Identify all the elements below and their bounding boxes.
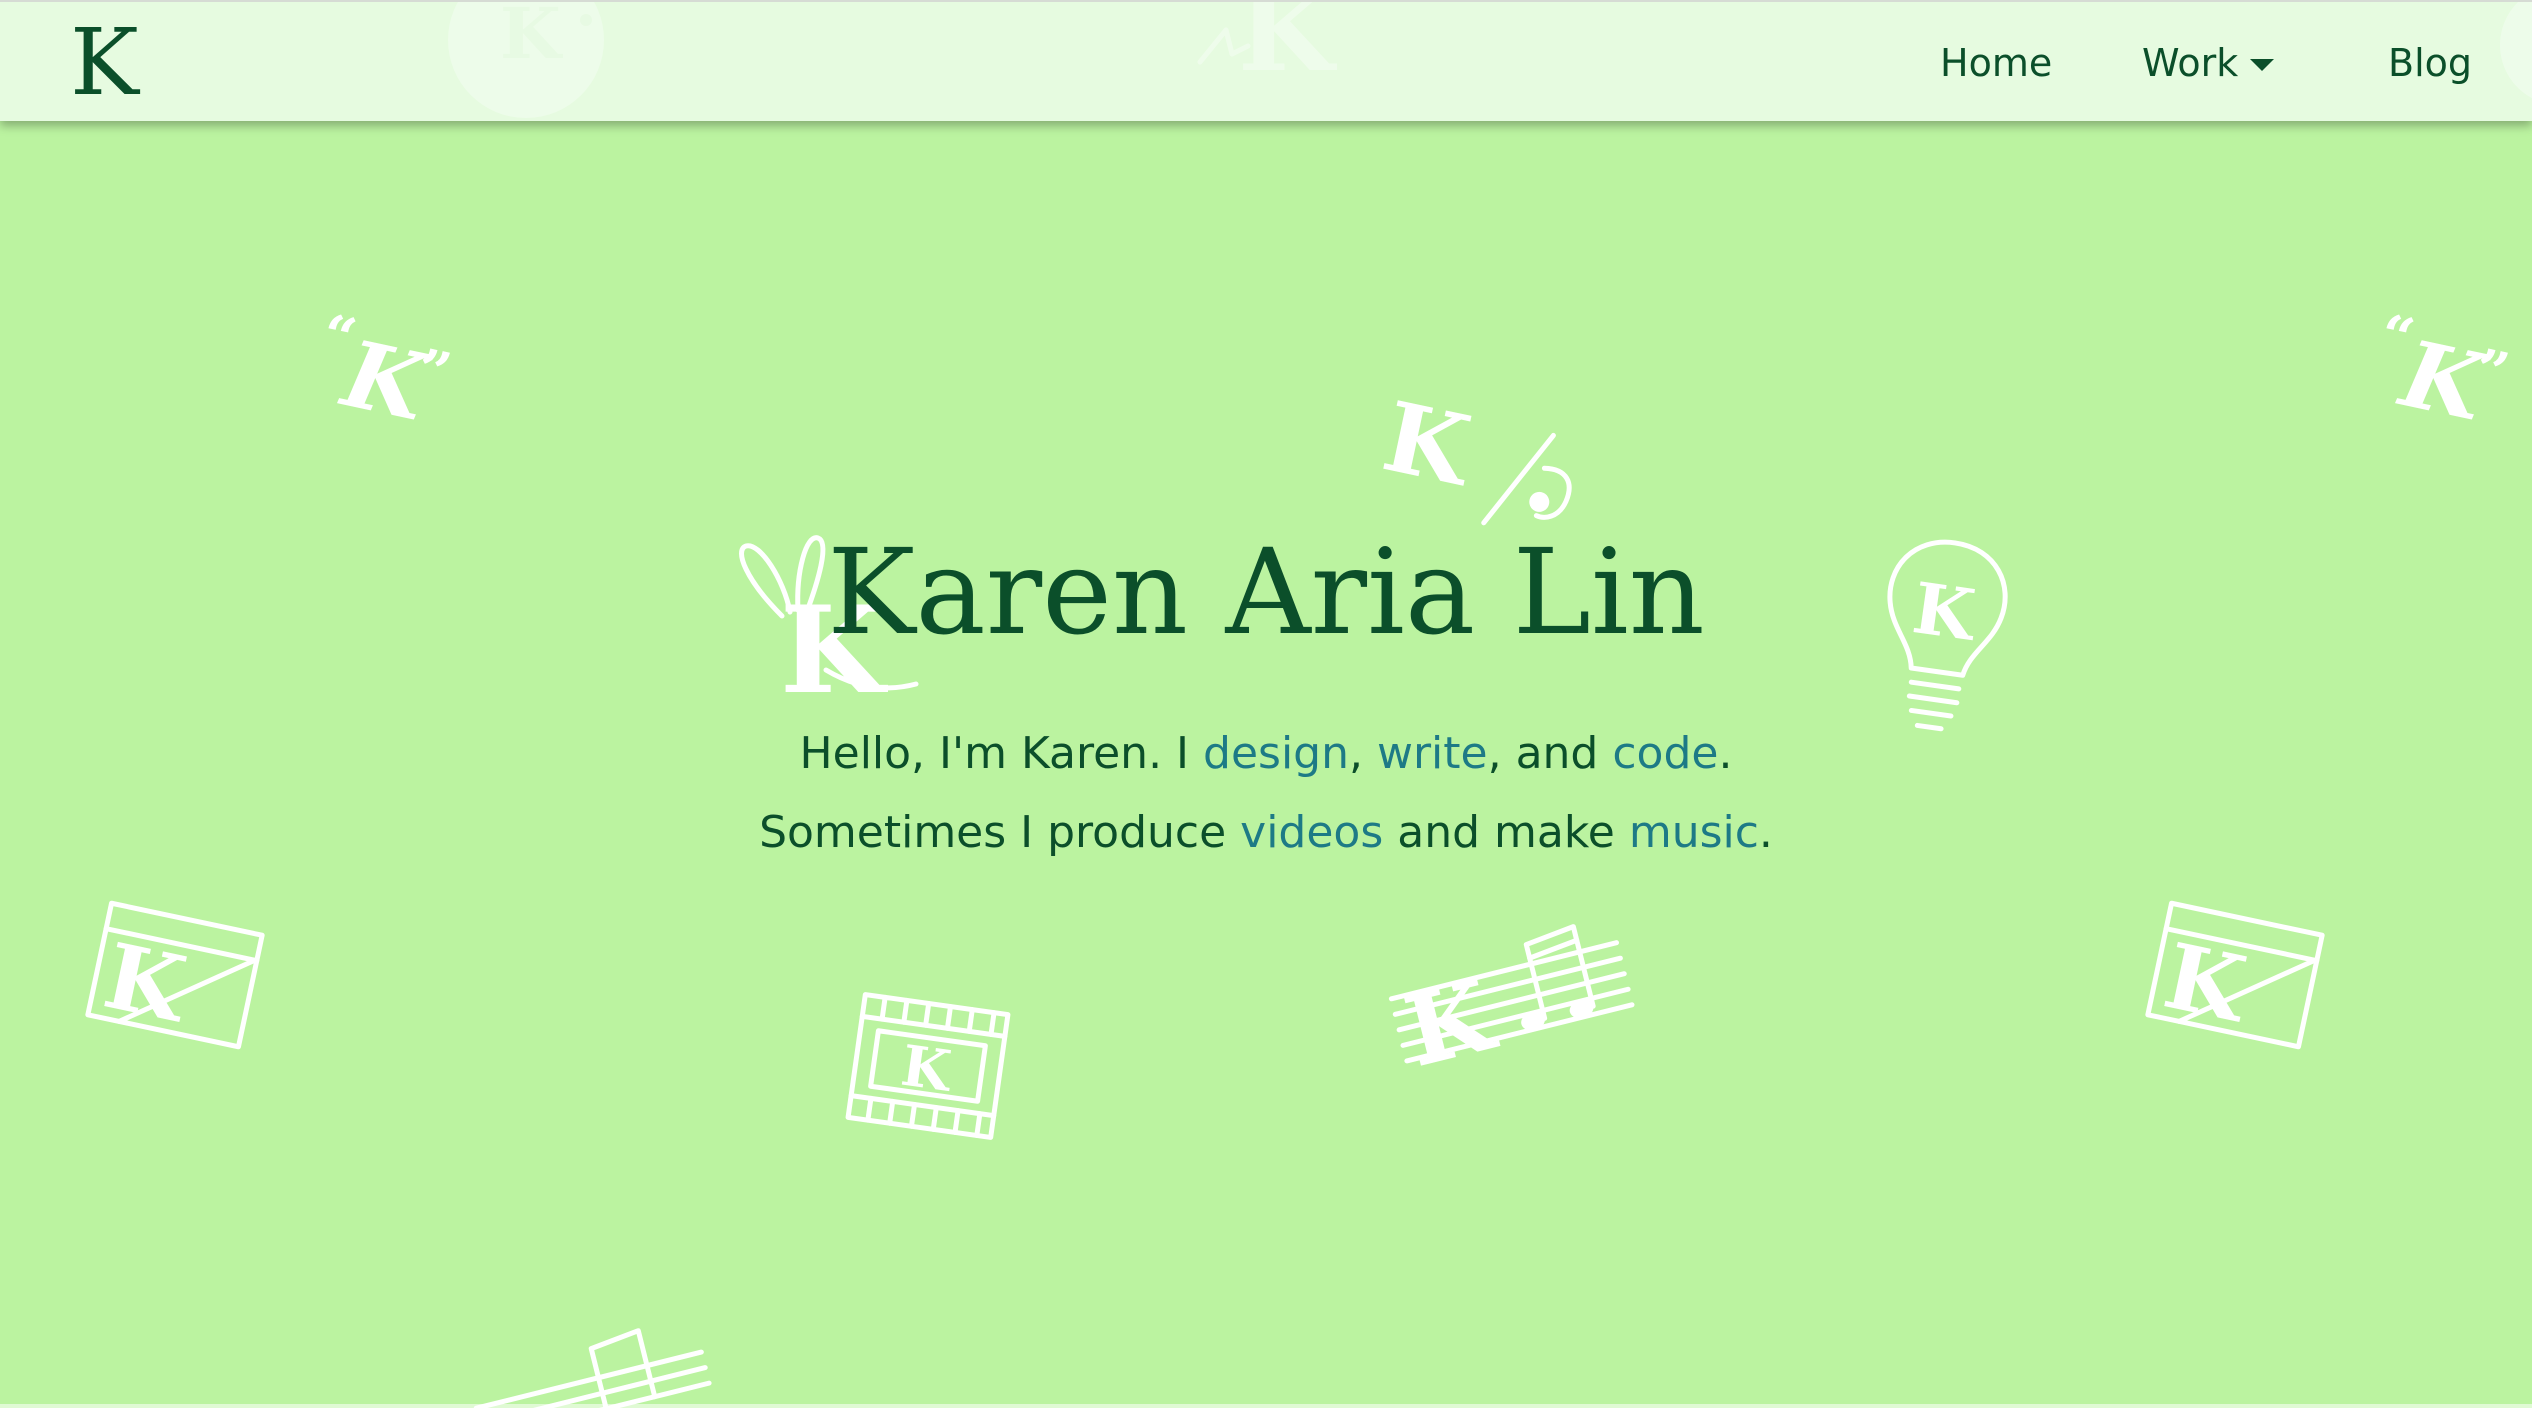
svg-text:”: ” (2469, 336, 2514, 407)
svg-text:“: “ (316, 302, 361, 373)
music-k-icon (473, 1328, 712, 1408)
svg-text:”: ” (411, 336, 456, 407)
intro-text: . (1718, 728, 1733, 779)
nav-home-label: Home (1940, 40, 2053, 85)
page-title: Karen Aria Lin (827, 523, 1705, 661)
photo-k-icon: K (2145, 900, 2325, 1050)
site-header: K Home Work Blog (0, 0, 2532, 121)
background-pattern: K K “ K ” “ K ” K K K (0, 0, 2532, 1408)
nav-work-label: Work (2142, 40, 2239, 85)
intro-line-1: Hello, I'm Karen. I design, write, and c… (0, 724, 2532, 784)
svg-text:K: K (2156, 923, 2257, 1044)
videos-link[interactable]: videos (1240, 807, 1383, 858)
music-k-icon: K (1388, 924, 1635, 1087)
nav-work-dropdown[interactable]: Work (2142, 2, 2275, 123)
music-link[interactable]: music (1629, 807, 1759, 858)
page-bottom-edge (0, 1404, 2532, 1408)
quote-k-icon: “ K ” (316, 302, 456, 443)
intro-text: Sometimes I produce (759, 807, 1241, 858)
design-link[interactable]: design (1203, 728, 1349, 779)
code-link[interactable]: code (1612, 728, 1718, 779)
site-logo[interactable]: K (60, 12, 156, 108)
intro-line-2: Sometimes I produce videos and make musi… (0, 803, 2532, 863)
intro-text: , and (1487, 728, 1613, 779)
photo-k-icon: K (85, 900, 265, 1050)
svg-text:K: K (897, 1033, 957, 1105)
svg-text:K: K (70, 12, 141, 108)
svg-text:“: “ (2374, 302, 2419, 373)
nav-blog-label: Blog (2388, 40, 2472, 85)
nav-home-link[interactable]: Home (1940, 2, 2052, 123)
quote-k-icon: “ K ” (2374, 302, 2514, 443)
nav-blog-link[interactable]: Blog (2388, 2, 2472, 123)
film-k-icon: K (845, 992, 1011, 1140)
svg-text:K: K (1395, 958, 1507, 1087)
k-logo-icon: K (70, 12, 141, 108)
intro-text: , (1348, 728, 1377, 779)
svg-text:K: K (332, 319, 440, 443)
svg-text:K: K (2390, 319, 2498, 443)
write-link[interactable]: write (1377, 728, 1488, 779)
svg-text:K: K (1374, 380, 1483, 509)
caret-down-icon (2250, 58, 2275, 71)
intro-text: and make (1383, 807, 1629, 858)
svg-text:K: K (96, 923, 197, 1044)
intro-text: Hello, I'm Karen. I (799, 728, 1204, 779)
intro-text: . (1758, 807, 1773, 858)
